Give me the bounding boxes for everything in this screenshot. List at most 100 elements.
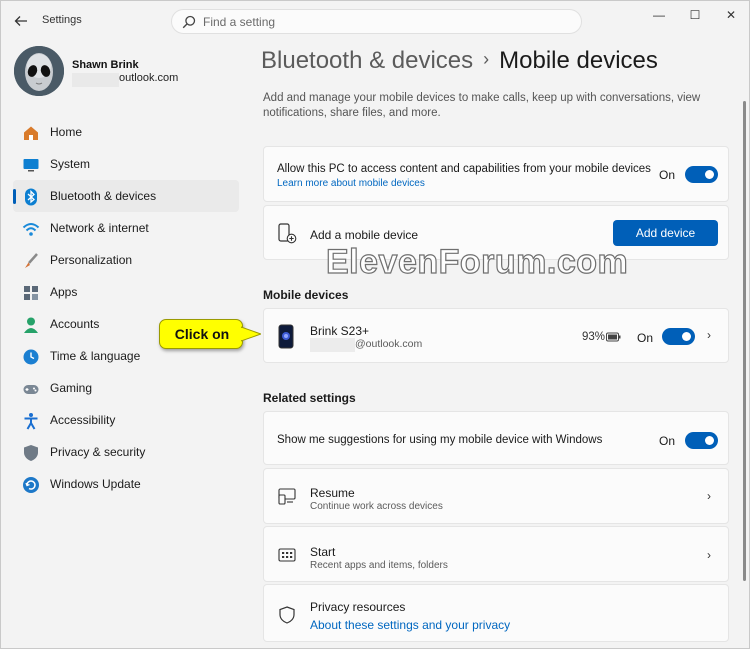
minimize-button[interactable]: — [641,5,677,27]
sidebar-item-home[interactable]: Home [13,116,239,148]
chevron-right-icon[interactable]: › [707,328,711,342]
scrollbar[interactable] [743,101,746,581]
sidebar-item-system[interactable]: System [13,148,239,180]
suggestions-toggle[interactable] [685,432,718,449]
add-device-button[interactable]: Add device [613,220,718,246]
add-phone-icon [278,223,297,244]
sidebar-item-label: Network & internet [50,221,149,235]
access-toggle[interactable] [685,166,718,183]
resume-card[interactable]: Resume Continue work across devices › [263,468,729,524]
update-icon [23,477,39,493]
sidebar-item-label: Apps [50,285,78,299]
sidebar-item-accessibility[interactable]: Accessibility [13,404,239,436]
sidebar-item-label: Windows Update [50,477,141,491]
device-email-redaction [310,338,355,352]
active-indicator [13,189,16,204]
access-card: Allow this PC to access content and capa… [263,146,729,202]
watermark: ElevenForum.com [325,242,629,281]
privacy-link[interactable]: About these settings and your privacy [310,618,510,632]
settings-window: Settings — ☐ ✕ Shawn Brink outlook.com H… [0,0,750,649]
sidebar-item-label: Privacy & security [50,445,146,459]
chevron-right-icon[interactable]: › [707,548,711,562]
sidebar-item-label: Personalization [50,253,133,267]
sidebar-item-bluetooth-devices[interactable]: Bluetooth & devices [13,180,239,212]
home-icon [24,126,38,140]
page-title: Mobile devices [499,47,658,74]
device-name: Brink S23+ [310,324,370,338]
system-icon [23,159,39,172]
sidebar-item-network-internet[interactable]: Network & internet [13,212,239,244]
breadcrumb-separator: › [483,49,490,69]
back-button[interactable] [11,11,31,31]
breadcrumb: Bluetooth & devices › Mobile devices [261,47,658,75]
start-subtitle: Recent apps and items, folders [310,560,448,571]
chevron-right-icon[interactable]: › [707,489,711,503]
device-toggle[interactable] [662,328,695,345]
sidebar-item-label: Accessibility [50,413,116,427]
device-email: @outlook.com [355,338,423,350]
privacy-resources-card: Privacy resources About these settings a… [263,584,729,642]
user-name: Shawn Brink [72,59,139,71]
resume-devices-icon [278,488,296,505]
battery-icon [606,332,621,342]
globe-clock-icon [23,349,39,365]
start-menu-icon [278,548,296,562]
brush-icon [25,253,38,268]
sidebar-item-label: Accounts [50,317,100,331]
bluetooth-icon [25,188,37,206]
search-icon [182,15,196,29]
suggestions-state-label: On [659,434,676,448]
user-email: outlook.com [119,72,179,84]
start-title: Start [310,545,336,559]
add-device-label: Add a mobile device [310,228,419,242]
sidebar-item-gaming[interactable]: Gaming [13,372,239,404]
close-button[interactable]: ✕ [713,5,749,27]
device-state-label: On [637,331,654,345]
learn-more-link[interactable]: Learn more about mobile devices [277,178,425,189]
related-settings-heading: Related settings [263,391,356,405]
accounts-icon [24,317,38,333]
sidebar-item-label: System [50,157,91,171]
sidebar-item-label: Bluetooth & devices [50,189,157,203]
title-bar: Settings — ☐ ✕ [1,1,749,41]
accessibility-icon [24,413,38,430]
callout-pointer-icon [241,326,261,342]
sidebar-item-label: Home [50,125,83,139]
sidebar-nav: Home System Bluetooth & devices Network & i… [13,116,239,500]
controller-icon [23,385,39,394]
device-card[interactable]: Brink S23+ @outlook.com 93% On › [263,308,729,363]
access-label: Allow this PC to access content and capa… [277,163,651,175]
page-description: Add and manage your mobile devices to ma… [263,92,701,119]
shield-icon [279,606,295,624]
phone-icon [278,324,294,349]
shield-icon [24,445,38,461]
mobile-devices-heading: Mobile devices [263,288,349,302]
apps-icon [24,286,38,300]
battery-percent: 93% [582,331,606,343]
sidebar-item-personalization[interactable]: Personalization [13,244,239,276]
back-arrow-icon [14,16,27,26]
maximize-button[interactable]: ☐ [677,5,713,27]
sidebar-item-label: Gaming [50,381,93,395]
sidebar-item-label: Time & language [50,349,141,363]
search-input[interactable] [203,13,563,31]
access-state-label: On [659,168,676,182]
wifi-icon [22,223,40,236]
sidebar-item-windows-update[interactable]: Windows Update [13,468,239,500]
suggestions-label: Show me suggestions for using my mobile … [277,434,603,446]
sidebar-item-apps[interactable]: Apps [13,276,239,308]
sidebar-item-privacy-security[interactable]: Privacy & security [13,436,239,468]
email-redaction [72,73,119,87]
suggestions-card: Show me suggestions for using my mobile … [263,411,729,465]
start-card[interactable]: Start Recent apps and items, folders › [263,526,729,582]
privacy-resources-title: Privacy resources [310,600,406,614]
alien-avatar-icon [14,46,64,96]
callout-text: Click on [174,326,230,342]
resume-title: Resume [310,486,355,500]
search-box[interactable] [171,9,582,34]
avatar[interactable] [14,46,64,96]
breadcrumb-parent[interactable]: Bluetooth & devices [261,47,473,74]
resume-subtitle: Continue work across devices [310,501,443,512]
click-on-callout: Click on [159,319,243,349]
app-title: Settings [42,14,82,26]
